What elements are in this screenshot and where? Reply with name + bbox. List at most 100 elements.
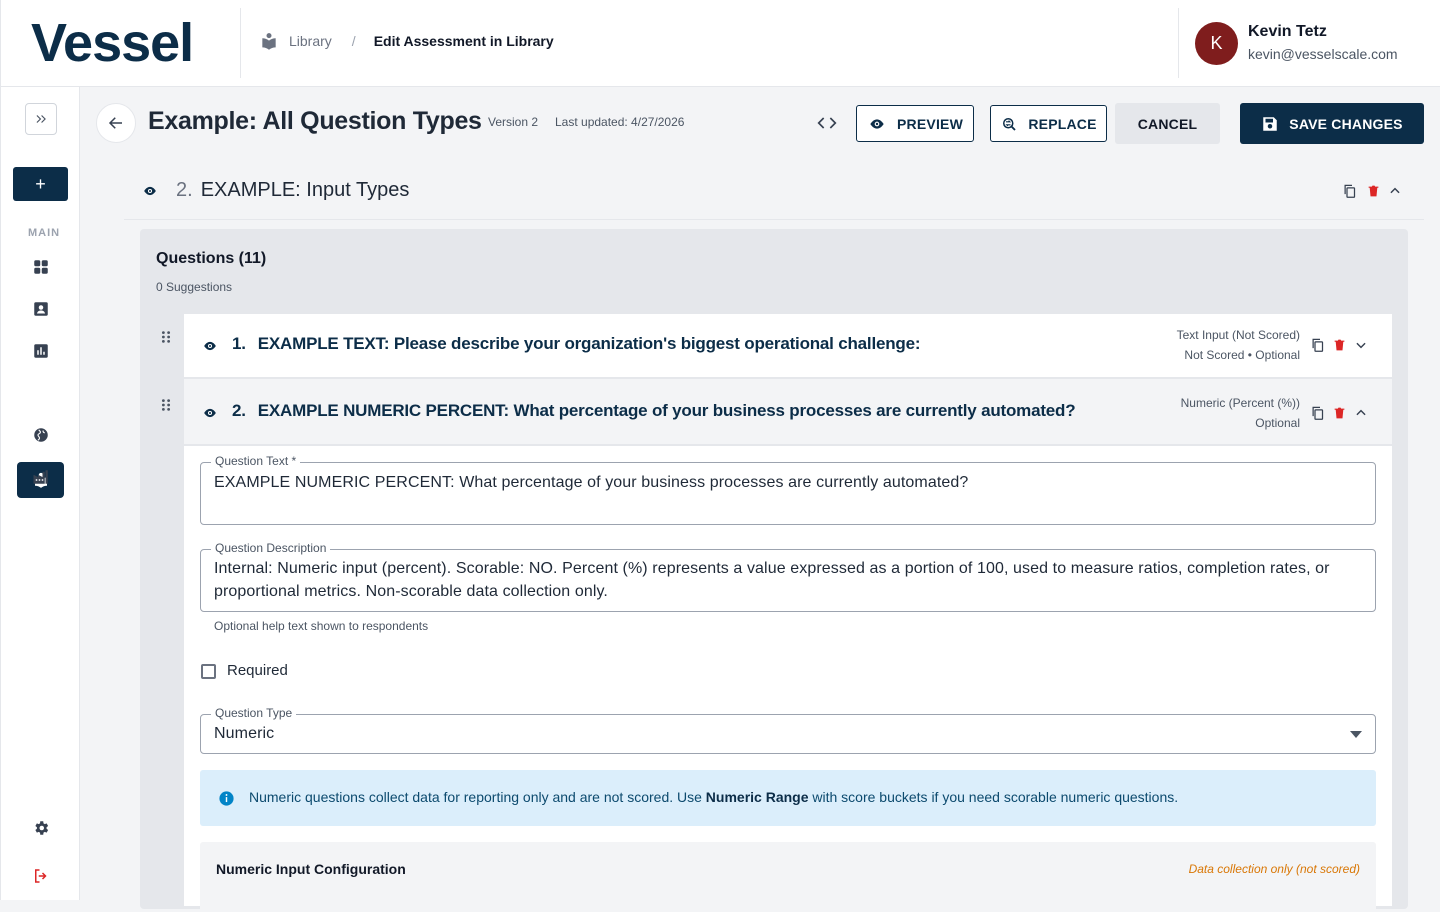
numeric-config-title: Numeric Input Configuration bbox=[216, 861, 406, 877]
question-description-value[interactable]: Internal: Numeric input (percent). Scora… bbox=[214, 557, 1335, 603]
sidebar-item-globe[interactable] bbox=[17, 417, 64, 453]
dashboard-icon bbox=[33, 260, 48, 274]
factory-icon bbox=[33, 470, 48, 484]
avatar[interactable]: K bbox=[1195, 21, 1238, 65]
expand-sidebar-button[interactable] bbox=[25, 103, 57, 135]
question-title: 1. EXAMPLE TEXT: Please describe your org… bbox=[232, 334, 921, 354]
copy-icon[interactable] bbox=[1310, 405, 1325, 421]
save-icon bbox=[1263, 116, 1278, 131]
eye-icon bbox=[870, 118, 884, 129]
preview-label: PREVIEW bbox=[897, 115, 963, 132]
question-type-select[interactable]: Question Type Numeric bbox=[200, 706, 1376, 754]
question-type-value: Numeric bbox=[214, 725, 275, 742]
question-card[interactable]: 1. EXAMPLE TEXT: Please describe your org… bbox=[184, 314, 1392, 377]
add-button[interactable]: + bbox=[13, 167, 68, 201]
question-text: EXAMPLE NUMERIC PERCENT: What percentage… bbox=[257, 401, 1076, 420]
question-meta: Numeric (Percent (%)) Optional bbox=[1181, 393, 1300, 433]
delete-icon[interactable] bbox=[1367, 183, 1380, 199]
questions-heading: Questions (11) bbox=[156, 250, 267, 267]
find-replace-icon bbox=[1003, 117, 1017, 131]
nav-section-label: MAIN bbox=[28, 227, 61, 239]
delete-icon[interactable] bbox=[1333, 337, 1346, 353]
question-description-label: Question Description bbox=[211, 541, 331, 555]
question-actions bbox=[1310, 337, 1368, 353]
question-actions bbox=[1310, 405, 1368, 421]
settings-icon bbox=[34, 821, 48, 835]
numeric-config-panel: Numeric Input Configuration Data collect… bbox=[200, 842, 1376, 912]
collapse-chevron-up-icon[interactable] bbox=[1354, 406, 1368, 420]
globe-icon bbox=[33, 428, 48, 442]
required-checkbox[interactable] bbox=[201, 664, 216, 679]
contact-card-icon bbox=[33, 302, 48, 316]
question-meta: Text Input (Not Scored) Not Scored • Opt… bbox=[1177, 325, 1300, 365]
breadcrumb-library-link[interactable]: Library bbox=[289, 33, 332, 49]
question-card-expanded[interactable]: 2. EXAMPLE NUMERIC PERCENT: What percenta… bbox=[184, 379, 1392, 445]
arrow-left-icon bbox=[108, 117, 122, 129]
drag-handle-icon[interactable] bbox=[160, 330, 172, 344]
header-divider bbox=[240, 8, 241, 78]
numeric-config-note: Data collection only (not scored) bbox=[1188, 862, 1360, 876]
section-header[interactable]: 2. EXAMPLE: Input Types bbox=[124, 160, 1424, 220]
cancel-button[interactable]: CANCEL bbox=[1115, 103, 1220, 144]
question-title: 2. EXAMPLE NUMERIC PERCENT: What percenta… bbox=[232, 401, 1076, 421]
question-text-label: Question Text * bbox=[211, 454, 301, 468]
expand-chevron-down-icon[interactable] bbox=[1354, 338, 1368, 352]
question-status: Not Scored • Optional bbox=[1184, 348, 1300, 362]
visibility-eye-icon[interactable] bbox=[142, 184, 158, 198]
double-chevron-right-icon bbox=[36, 115, 46, 123]
breadcrumb-separator: / bbox=[351, 33, 356, 49]
logout-icon bbox=[34, 869, 47, 883]
question-text-field[interactable]: Question Text * EXAMPLE NUMERIC PERCENT:… bbox=[200, 454, 1376, 525]
question-type: Numeric (Percent (%)) bbox=[1180, 396, 1300, 410]
copy-icon[interactable] bbox=[1310, 337, 1325, 353]
sidebar-item-contacts[interactable] bbox=[17, 291, 64, 327]
question-text: EXAMPLE TEXT: Please describe your organ… bbox=[257, 334, 921, 353]
header-divider bbox=[1178, 8, 1179, 78]
user-menu[interactable]: K Kevin Tetz kevin@vesselscale.com bbox=[1195, 21, 1398, 65]
question-type-label: Question Type bbox=[211, 706, 297, 720]
drag-handle-icon[interactable] bbox=[160, 398, 172, 412]
info-alert: Numeric questions collect data for repor… bbox=[200, 770, 1376, 826]
info-icon bbox=[218, 790, 235, 807]
sidebar-item-logout[interactable] bbox=[17, 858, 64, 894]
visibility-eye-icon[interactable] bbox=[202, 339, 218, 353]
replace-label: REPLACE bbox=[1028, 115, 1097, 132]
sidebar: + MAIN bbox=[0, 87, 80, 900]
page-title: Example: All Question Types bbox=[148, 107, 482, 135]
sidebar-item-dashboard[interactable] bbox=[17, 249, 64, 285]
breadcrumb-current: Edit Assessment in Library bbox=[373, 33, 554, 49]
sidebar-item-settings[interactable] bbox=[17, 810, 64, 846]
delete-icon[interactable] bbox=[1333, 405, 1346, 421]
code-view-button[interactable] bbox=[816, 113, 838, 133]
info-message-text: Numeric questions collect data for repor… bbox=[249, 789, 706, 805]
sidebar-item-factory[interactable] bbox=[17, 459, 64, 495]
user-email: kevin@vesselscale.com bbox=[1248, 46, 1398, 62]
library-icon bbox=[259, 31, 279, 51]
section-name: EXAMPLE: Input Types bbox=[200, 179, 410, 201]
question-description-field[interactable]: Question Description Internal: Numeric i… bbox=[200, 541, 1376, 612]
replace-button[interactable]: REPLACE bbox=[990, 105, 1107, 142]
vessel-logo[interactable]: Vessel bbox=[31, 14, 194, 72]
info-message-emphasis: Numeric Range bbox=[705, 789, 809, 805]
question-number: 2. bbox=[232, 401, 246, 420]
save-changes-button[interactable]: SAVE CHANGES bbox=[1240, 103, 1424, 144]
sidebar-item-reports[interactable] bbox=[17, 333, 64, 369]
preview-button[interactable]: PREVIEW bbox=[856, 105, 974, 142]
copy-icon[interactable] bbox=[1342, 183, 1357, 199]
breadcrumb: Library / Edit Assessment in Library bbox=[259, 31, 554, 51]
section-number: 2. bbox=[176, 179, 193, 201]
visibility-eye-icon[interactable] bbox=[202, 406, 218, 420]
collapse-chevron-up-icon[interactable] bbox=[1388, 184, 1402, 198]
save-changes-label: SAVE CHANGES bbox=[1289, 115, 1403, 132]
question-type: Text Input (Not Scored) bbox=[1176, 328, 1300, 342]
user-name: Kevin Tetz bbox=[1248, 23, 1327, 40]
chart-icon bbox=[33, 344, 48, 358]
required-label[interactable]: Required bbox=[227, 662, 288, 679]
dropdown-arrow-icon bbox=[1350, 731, 1362, 738]
question-status: Optional bbox=[1255, 416, 1300, 430]
question-text-value[interactable]: EXAMPLE NUMERIC PERCENT: What percentage… bbox=[214, 471, 1362, 494]
question-number: 1. bbox=[232, 334, 246, 353]
last-updated-label: Last updated: 4/27/2026 bbox=[555, 115, 685, 129]
back-button[interactable] bbox=[96, 103, 136, 143]
top-bar: Vessel Library / Edit Assessment in Libr… bbox=[0, 0, 1440, 87]
